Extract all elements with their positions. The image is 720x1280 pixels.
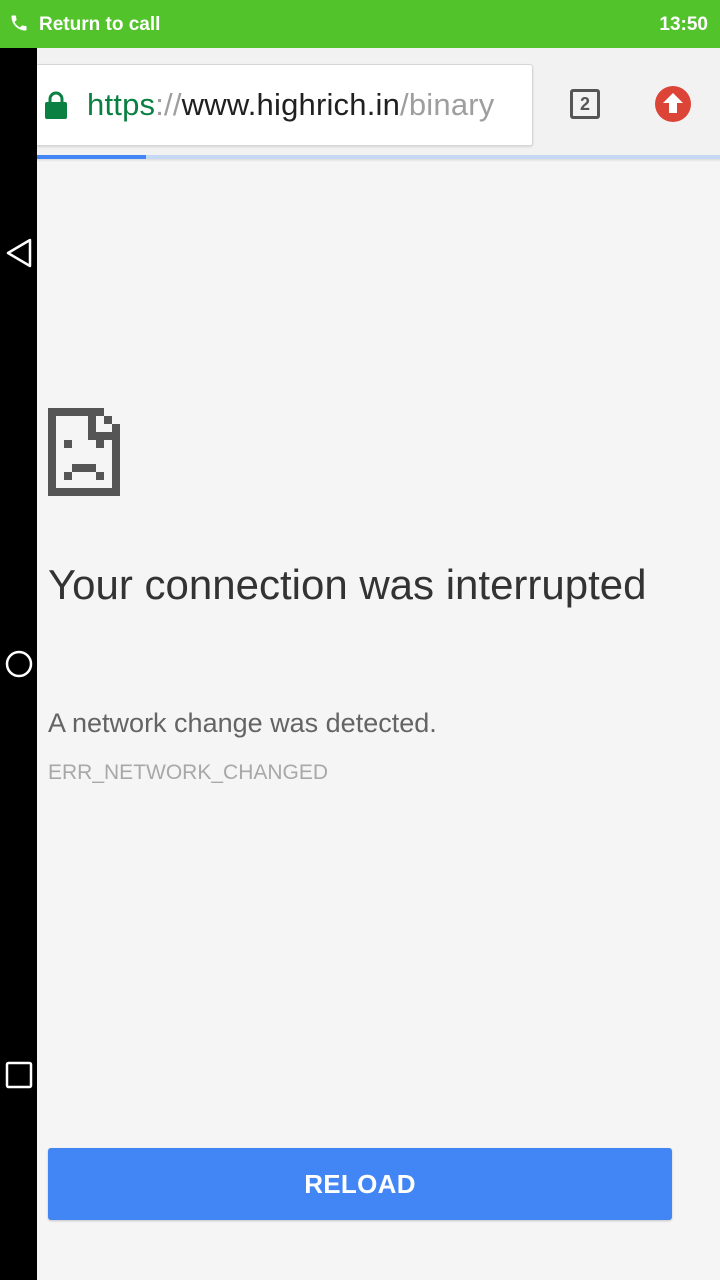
reload-button[interactable]: RELOAD — [48, 1148, 672, 1220]
tab-count: 2 — [579, 93, 590, 114]
url-separator: :// — [155, 87, 182, 122]
error-page: Your connection was interrupted A networ… — [37, 162, 720, 1280]
return-to-call-label[interactable]: Return to call — [39, 13, 160, 37]
lock-icon[interactable] — [44, 90, 68, 120]
recents-icon — [5, 1061, 32, 1089]
home-button[interactable] — [0, 634, 37, 694]
status-bar: Return to call 13:50 — [0, 0, 720, 48]
status-clock: 13:50 — [659, 14, 708, 35]
home-icon — [5, 650, 32, 678]
url-text[interactable]: https://www.highrich.in/binary — [87, 87, 495, 123]
url-bar[interactable]: https://www.highrich.in/binary — [37, 64, 533, 146]
sad-page-icon — [48, 408, 120, 496]
browser-toolbar: https://www.highrich.in/binary 2 — [37, 48, 720, 158]
back-button[interactable] — [0, 223, 37, 283]
back-icon — [6, 238, 31, 268]
phone-icon[interactable] — [9, 13, 29, 33]
url-scheme: https — [87, 87, 156, 122]
update-arrow-icon[interactable] — [655, 86, 691, 122]
error-headline: Your connection was interrupted — [48, 561, 647, 608]
url-host: www.highrich.in — [181, 87, 401, 122]
url-path: /binary — [400, 87, 495, 122]
error-code: ERR_NETWORK_CHANGED — [48, 761, 329, 784]
url-fade — [508, 65, 532, 145]
recents-button[interactable] — [0, 1045, 37, 1105]
error-description: A network change was detected. — [48, 708, 437, 738]
navigation-bar — [0, 48, 37, 1280]
tab-switcher-button[interactable]: 2 — [570, 89, 600, 119]
